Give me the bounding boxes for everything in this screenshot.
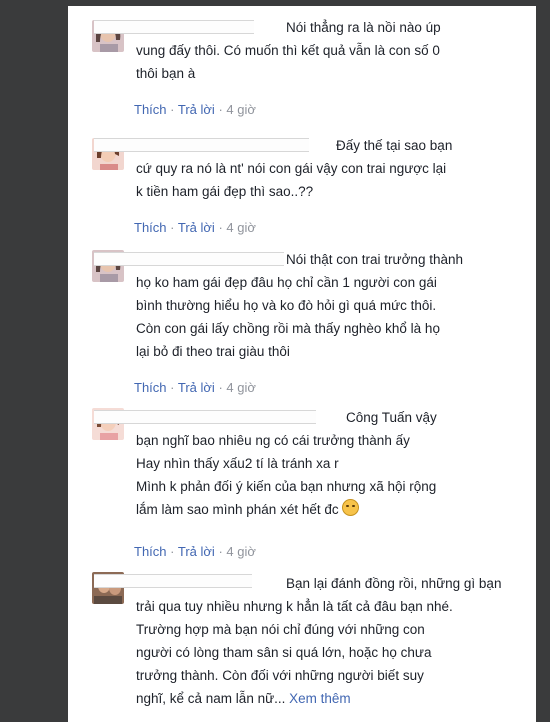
comment-line: Công Tuấn vậy xyxy=(346,410,437,425)
sad-face-emoji-icon xyxy=(341,499,359,516)
comment-line: Đấy thế tại sao bạn xyxy=(336,138,453,153)
like-link[interactable]: Thích xyxy=(134,380,167,395)
separator: · xyxy=(218,544,223,559)
comment-line: lắm làm sao mình phán xét hết đc xyxy=(136,502,339,517)
timestamp[interactable]: 4 giờ xyxy=(226,544,256,559)
separator: · xyxy=(170,380,175,395)
see-more-link[interactable]: Xem thêm xyxy=(289,691,351,706)
comment-line: trải qua tuy nhiều nhưng k hẳn là tất cả… xyxy=(136,599,453,614)
reply-link[interactable]: Trả lời xyxy=(178,544,215,559)
comment-actions: Thích · Trả lời · 4 giờ xyxy=(134,102,256,117)
comment-text: Nói thẳng ra là nồi nào úp vung đấy thôi… xyxy=(136,16,526,85)
separator: · xyxy=(170,102,175,117)
reply-link[interactable]: Trả lời xyxy=(178,102,215,117)
comment-line: thôi bạn à xyxy=(136,66,196,81)
separator: · xyxy=(170,544,175,559)
reply-link[interactable]: Trả lời xyxy=(178,380,215,395)
comment-line: Nói thẳng ra là nồi nào úp xyxy=(286,20,441,35)
comment-line: trưởng thành. Còn đối với những người bi… xyxy=(136,668,424,683)
comment-line: Còn con gái lấy chồng rồi mà thấy nghèo … xyxy=(136,321,440,336)
separator: · xyxy=(218,380,223,395)
reply-link[interactable]: Trả lời xyxy=(178,220,215,235)
comment-actions: Thích · Trả lời · 4 giờ xyxy=(134,380,256,395)
separator: · xyxy=(218,220,223,235)
comment-line: họ ko ham gái đẹp đâu họ chỉ cần 1 người… xyxy=(136,275,437,290)
like-link[interactable]: Thích xyxy=(134,220,167,235)
timestamp[interactable]: 4 giờ xyxy=(226,380,256,395)
comment-line: Mình k phản đối ý kiến của bạn nhưng xã … xyxy=(136,479,437,494)
screenshot-frame: Nói thẳng ra là nồi nào úp vung đấy thôi… xyxy=(0,0,550,722)
comment-text: Nói thật con trai trưởng thành họ ko ham… xyxy=(136,248,526,363)
like-link[interactable]: Thích xyxy=(134,544,167,559)
comment-line: nghĩ, kể cả nam lẫn nữ... xyxy=(136,691,286,706)
comment-actions: Thích · Trả lời · 4 giờ xyxy=(134,544,256,559)
comment-line: Nói thật con trai trưởng thành xyxy=(286,252,463,267)
comment-line: bạn nghĩ bao nhiêu ng có cái trưởng thàn… xyxy=(136,433,410,448)
timestamp[interactable]: 4 giờ xyxy=(226,220,256,235)
comments-panel: Nói thẳng ra là nồi nào úp vung đấy thôi… xyxy=(68,6,536,722)
separator: · xyxy=(218,102,223,117)
comment-line: k tiền ham gái đẹp thì sao..?? xyxy=(136,184,314,199)
comment-line: người có lòng tham sân si quá lớn, hoặc … xyxy=(136,645,432,660)
comment-line: vung đấy thôi. Có muốn thì kết quả vẫn l… xyxy=(136,43,440,58)
comment-line: Trường hợp mà bạn nói chỉ đúng với những… xyxy=(136,622,425,637)
comment-line: cứ quy ra nó là nt' nói con gái vậy con … xyxy=(136,161,447,176)
comment-text: Đấy thế tại sao bạn cứ quy ra nó là nt' … xyxy=(136,134,526,203)
comment-line: Bạn lại đánh đồng rồi, những gì bạn xyxy=(286,576,502,591)
comment-line: Hay nhìn thấy xấu2 tí là tránh xa r xyxy=(136,456,339,471)
comment-text: Công Tuấn vậy bạn nghĩ bao nhiêu ng có c… xyxy=(136,406,526,521)
comment-line: bình thường hiểu họ và ko đò hỏi gì quá … xyxy=(136,298,437,313)
separator: · xyxy=(170,220,175,235)
like-link[interactable]: Thích xyxy=(134,102,167,117)
comment-actions: Thích · Trả lời · 4 giờ xyxy=(134,220,256,235)
comment-text: Bạn lại đánh đồng rồi, những gì bạn trải… xyxy=(136,572,526,710)
comment-line: lại bỏ đi theo trai giàu thôi xyxy=(136,344,290,359)
timestamp[interactable]: 4 giờ xyxy=(226,102,256,117)
